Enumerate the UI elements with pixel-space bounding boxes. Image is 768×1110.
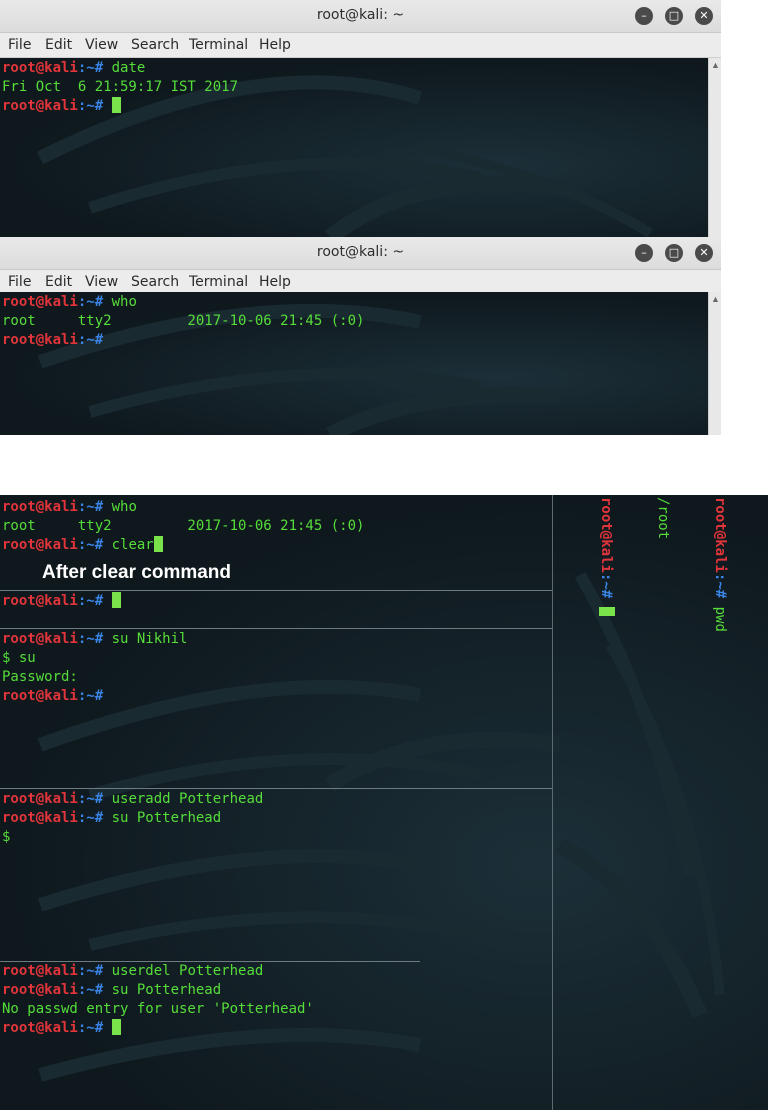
terminal-window-date: root@kali: ~ – □ ✕ File Edit View Search… — [0, 0, 721, 237]
clear-panel: root@kali:~# who root tty2 2017-10-06 21… — [2, 498, 364, 555]
terminal-line: root@kali:~# date — [2, 60, 146, 76]
terminal-output: root@kali:~# who root tty2 2017-10-06 21… — [2, 293, 364, 350]
menu-terminal[interactable]: Terminal — [189, 37, 248, 53]
scroll-up-icon[interactable]: ▲ — [711, 60, 720, 70]
maximize-icon[interactable]: □ — [665, 244, 683, 262]
window-title: root@kali: ~ — [316, 244, 405, 260]
terminal-output: root@kali:~# date Fri Oct 6 21:59:17 IST… — [2, 59, 238, 116]
close-icon[interactable]: ✕ — [695, 244, 713, 262]
terminal-line: root@kali:~# su Nikhil — [2, 631, 188, 647]
panel-divider — [0, 628, 552, 629]
su-panel: root@kali:~# su Nikhil $ su Password: ro… — [2, 630, 187, 706]
text-cursor — [111, 97, 121, 113]
terminal-line: root@kali:~# — [2, 688, 104, 704]
terminal-line: root@kali:~# — [2, 1019, 314, 1038]
menu-search[interactable]: Search — [131, 37, 179, 53]
terminal-line: root@kali:~# — [596, 497, 615, 632]
menu-bar: File Edit View Search Terminal Help — [0, 33, 721, 58]
useradd-panel: root@kali:~# useradd Potterhead root@kal… — [2, 790, 263, 847]
text-cursor — [599, 606, 615, 616]
text-cursor — [111, 1019, 121, 1035]
terminal-line: root@kali:~# clear — [2, 536, 364, 555]
pwd-panel: root@kali:~# pwd /root root@kali:~# — [577, 497, 767, 632]
menu-terminal[interactable]: Terminal — [189, 274, 248, 290]
terminal-line: root tty2 2017-10-06 21:45 (:0) — [2, 518, 365, 534]
terminal-window-who: root@kali: ~ – □ ✕ File Edit View Search… — [0, 237, 721, 435]
maximize-icon[interactable]: □ — [665, 7, 683, 25]
terminal-line: root@kali:~# su Potterhead — [2, 810, 222, 826]
menu-help[interactable]: Help — [259, 37, 291, 53]
terminal-line: $ — [2, 829, 11, 845]
terminal-line: root@kali:~# who — [2, 294, 137, 310]
menu-help[interactable]: Help — [259, 274, 291, 290]
close-icon[interactable]: ✕ — [695, 7, 713, 25]
minimize-icon[interactable]: – — [635, 244, 653, 262]
menu-search[interactable]: Search — [131, 274, 179, 290]
terminal-line: root@kali:~# — [2, 97, 238, 116]
caption-after-clear: After clear command — [42, 562, 232, 583]
scroll-up-icon[interactable]: ▲ — [711, 294, 720, 304]
terminal-area[interactable]: root@kali:~# who root tty2 2017-10-06 21… — [0, 292, 708, 435]
title-bar[interactable]: root@kali: ~ – □ ✕ — [0, 237, 721, 270]
menu-edit[interactable]: Edit — [45, 37, 72, 53]
terminal-line: root@kali:~# useradd Potterhead — [2, 791, 264, 807]
terminal-line: Password: — [2, 669, 78, 685]
title-bar[interactable]: root@kali: ~ – □ ✕ — [0, 0, 721, 33]
menu-view[interactable]: View — [85, 37, 118, 53]
scrollbar[interactable]: ▲ — [708, 292, 721, 435]
text-cursor — [153, 536, 163, 552]
menu-file[interactable]: File — [8, 37, 31, 53]
after-clear-panel: root@kali:~# — [2, 592, 121, 611]
terminal-line: root tty2 2017-10-06 21:45 (:0) — [2, 313, 365, 329]
terminal-line: $ su — [2, 650, 36, 666]
terminal-line: root@kali:~# — [2, 592, 121, 611]
panel-divider — [0, 788, 552, 789]
terminal-line: root@kali:~# su Potterhead — [2, 982, 222, 998]
terminal-line: root@kali:~# — [2, 332, 104, 348]
terminal-line: /root — [655, 497, 671, 540]
panel-divider — [552, 495, 553, 1110]
terminal-line: root@kali:~# pwd — [712, 497, 728, 632]
userdel-panel: root@kali:~# userdel Potterhead root@kal… — [2, 962, 314, 1038]
menu-file[interactable]: File — [8, 274, 31, 290]
menu-edit[interactable]: Edit — [45, 274, 72, 290]
window-title: root@kali: ~ — [316, 7, 405, 23]
scrollbar[interactable]: ▲ — [708, 58, 721, 237]
text-cursor — [111, 592, 121, 608]
panel-divider — [0, 590, 552, 591]
terminal-line: root@kali:~# userdel Potterhead — [2, 963, 264, 979]
terminal-line: Fri Oct 6 21:59:17 IST 2017 — [2, 79, 239, 95]
terminal-line: root@kali:~# who — [2, 499, 137, 515]
menu-view[interactable]: View — [85, 274, 118, 290]
minimize-icon[interactable]: – — [635, 7, 653, 25]
terminal-area[interactable]: root@kali:~# date Fri Oct 6 21:59:17 IST… — [0, 58, 708, 237]
terminal-line: No passwd entry for user 'Potterhead' — [2, 1001, 314, 1017]
